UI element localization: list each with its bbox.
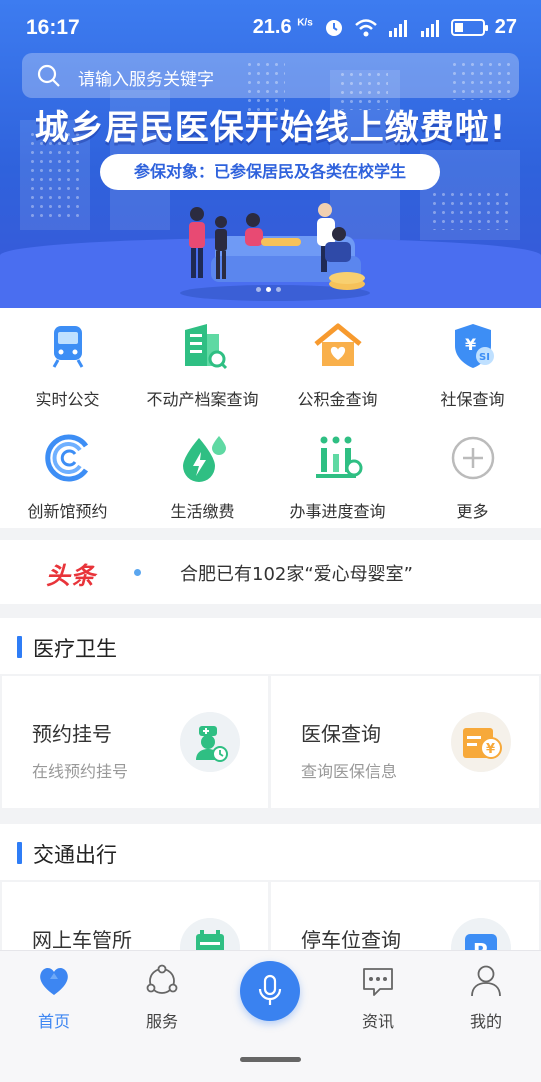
service-label: 办事进度查询: [289, 502, 386, 521]
search-placeholder: 请输入服务关键字: [78, 70, 214, 90]
tab-label: 资讯: [361, 1012, 394, 1031]
card-subtitle: 查询医保信息: [301, 762, 398, 781]
card-title: 网上车管所: [32, 928, 132, 952]
tab-news[interactable]: 资讯: [328, 951, 428, 1041]
utility-drop-icon: [183, 436, 226, 482]
service-innovation[interactable]: 创新馆预约: [0, 420, 135, 530]
tab-profile[interactable]: 我的: [436, 951, 536, 1041]
svg-text:¥: ¥: [486, 742, 495, 757]
speed-unit: K/s: [297, 17, 313, 29]
tab-label: 服务: [145, 1012, 178, 1031]
service-label: 更多: [456, 502, 489, 521]
service-progress[interactable]: 办事进度查询: [270, 420, 405, 530]
service-fund[interactable]: 公积金查询: [270, 308, 405, 418]
service-utility[interactable]: 生活缴费: [135, 420, 270, 530]
service-more[interactable]: 更多: [405, 420, 540, 530]
innovation-ring-icon: [45, 434, 89, 482]
network-speed: 21.6 K/s: [253, 16, 313, 39]
news-ticker[interactable]: 头条 合肥已有102家“爱心母婴室”: [0, 540, 541, 604]
cellular-signal-icon: [420, 19, 439, 37]
house-heart-icon: [314, 323, 362, 366]
battery-icon: [450, 19, 488, 36]
status-time: 16:17: [26, 16, 80, 39]
social-security-shield-icon: ¥SI: [455, 324, 494, 368]
service-label: 实时公交: [35, 390, 100, 409]
bg-windows: [430, 190, 510, 230]
section-title: 医疗卫生: [33, 637, 117, 661]
cellular-signal-icon: [388, 19, 407, 37]
section-header-medical: 医疗卫生: [0, 618, 541, 674]
service-label: 公积金查询: [297, 390, 378, 409]
search-icon: [37, 64, 60, 87]
card-subtitle: 在线预约挂号: [32, 762, 129, 781]
pager-dot-active: [266, 287, 271, 292]
svg-text:SI: SI: [479, 352, 490, 363]
bus-icon: [52, 326, 84, 368]
card-title: 预约挂号: [32, 722, 112, 746]
home-indicator[interactable]: [240, 1057, 301, 1062]
status-bar: 16:17 21.6 K/s 27: [0, 0, 541, 56]
tab-home[interactable]: 首页: [4, 951, 104, 1041]
section-title: 交通出行: [33, 843, 117, 867]
section-accent-bar: [17, 636, 22, 658]
service-label: 生活缴费: [170, 502, 235, 521]
tab-services[interactable]: 服务: [112, 951, 212, 1041]
pager-dot: [256, 287, 261, 292]
voice-button[interactable]: [240, 961, 300, 1021]
user-icon: [471, 965, 501, 997]
section-cards-transport: 网上车管所 停车位查询 P: [0, 880, 541, 1014]
bottom-tab-bar: 首页 服务 资讯 我的: [0, 950, 541, 1082]
plus-circle-icon: [451, 436, 495, 480]
news-brand: 头条: [46, 562, 96, 590]
service-network-icon: [146, 964, 178, 994]
card-title: 停车位查询: [301, 928, 401, 952]
chat-bubble-icon: [363, 968, 393, 996]
microphone-icon: [258, 974, 282, 1005]
service-property[interactable]: 不动产档案查询: [135, 308, 270, 418]
banner-subtitle: 参保对象：已参保居民及各类在校学生: [100, 154, 440, 190]
service-label: 社保查询: [440, 390, 505, 409]
banner-pager: [256, 287, 281, 292]
card-insurance[interactable]: 医保查询 查询医保信息 ¥: [271, 676, 539, 808]
service-bus[interactable]: 实时公交: [0, 308, 135, 418]
banner-headline: 城乡居民医保开始线上缴费啦!: [34, 108, 507, 148]
section-accent-bar: [17, 842, 22, 864]
doctor-clock-icon: [180, 712, 240, 772]
building-search-icon: [185, 324, 228, 370]
medical-insurance-card-icon: ¥: [451, 712, 511, 772]
progress-chart-icon: [316, 436, 363, 478]
search-input[interactable]: 请输入服务关键字: [22, 53, 519, 98]
tab-label: 我的: [469, 1012, 502, 1031]
card-appointment[interactable]: 预约挂号 在线预约挂号: [2, 676, 268, 808]
news-dot: [134, 569, 141, 576]
service-social-security[interactable]: ¥ SI 社保查询: [405, 308, 540, 418]
section-header-transport: 交通出行: [0, 824, 541, 880]
tab-label: 首页: [37, 1012, 70, 1031]
card-title: 医保查询: [301, 722, 381, 746]
news-headline[interactable]: 合肥已有102家“爱心母婴室”: [180, 560, 413, 586]
svg-text:¥: ¥: [465, 335, 476, 354]
promo-banner[interactable]: 16:17 21.6 K/s 27 请输入服务关键字 城乡居民医保开始线上缴费啦…: [0, 0, 541, 308]
heart-home-icon: [40, 968, 68, 995]
speed-value: 21.6: [252, 16, 292, 38]
service-label: 创新馆预约: [27, 502, 108, 521]
alarm-icon: [325, 19, 342, 36]
wifi-icon: [354, 18, 377, 36]
service-grid: 实时公交 不动产档案查询 公积金查询 ¥ SI 社保查询 创新馆预约 生活缴费 办…: [0, 308, 541, 528]
battery-percent: 27: [494, 16, 517, 38]
status-indicators: 21.6 K/s 27: [253, 16, 517, 39]
pager-dot: [276, 287, 281, 292]
service-label: 不动产档案查询: [146, 390, 259, 409]
section-cards-medical: 预约挂号 在线预约挂号 医保查询 查询医保信息 ¥: [0, 674, 541, 810]
